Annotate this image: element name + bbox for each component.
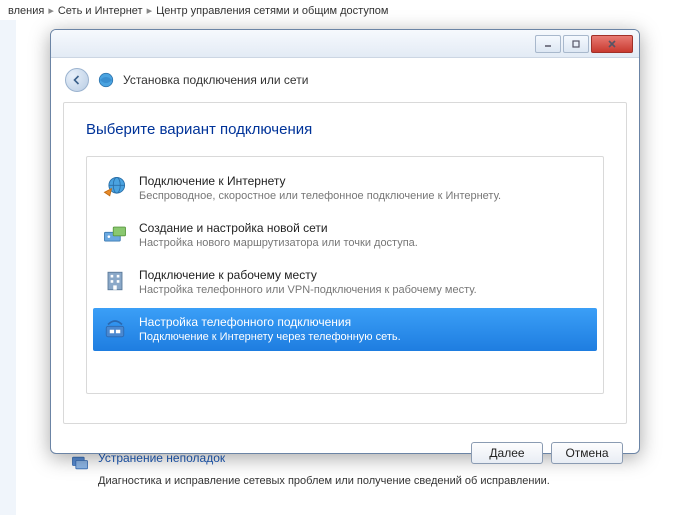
breadcrumb-item[interactable]: Сеть и Интернет (58, 5, 143, 17)
option-desc: Настройка нового маршрутизатора или точк… (139, 236, 589, 251)
option-title: Настройка телефонного подключения (139, 314, 589, 330)
cancel-button[interactable]: Отмена (551, 442, 623, 464)
maximize-button[interactable] (563, 35, 589, 53)
option-title: Подключение к Интернету (139, 173, 589, 189)
network-setup-icon (97, 71, 115, 89)
option-title: Создание и настройка новой сети (139, 220, 589, 236)
wizard-title: Установка подключения или сети (123, 73, 308, 87)
chevron-right-icon: ▸ (48, 4, 54, 17)
phone-dialup-icon (101, 314, 129, 342)
troubleshoot-desc: Диагностика и исправление сетевых пробле… (98, 475, 660, 487)
globe-internet-icon (101, 173, 129, 201)
router-setup-icon (101, 220, 129, 248)
back-button[interactable] (65, 68, 89, 92)
options-list: Подключение к Интернету Беспроводное, ск… (86, 156, 604, 394)
chevron-right-icon: ▸ (147, 4, 153, 17)
breadcrumb: вления ▸ Сеть и Интернет ▸ Центр управле… (0, 0, 680, 22)
option-desc: Беспроводное, скоростное или телефонное … (139, 189, 589, 204)
option-workplace-connection[interactable]: Подключение к рабочему месту Настройка т… (93, 261, 597, 304)
option-title: Подключение к рабочему месту (139, 267, 589, 283)
minimize-button[interactable] (535, 35, 561, 53)
breadcrumb-item[interactable]: Центр управления сетями и общим доступом (156, 5, 388, 17)
option-new-network[interactable]: Создание и настройка новой сети Настройк… (93, 214, 597, 257)
option-desc: Подключение к Интернету через телефонную… (139, 330, 589, 345)
dialog-buttons: Далее Отмена (51, 434, 639, 476)
next-button[interactable]: Далее (471, 442, 543, 464)
titlebar (51, 30, 639, 58)
close-button[interactable] (591, 35, 633, 53)
option-desc: Настройка телефонного или VPN-подключени… (139, 283, 589, 298)
wizard-dialog: Установка подключения или сети Выберите … (50, 29, 640, 454)
option-dialup-connection[interactable]: Настройка телефонного подключения Подклю… (93, 308, 597, 351)
workplace-building-icon (101, 267, 129, 295)
sidebar-bg (0, 20, 16, 515)
wizard-panel: Выберите вариант подключения Подключение… (63, 102, 627, 424)
breadcrumb-item[interactable]: вления (8, 5, 44, 17)
wizard-header: Установка подключения или сети (51, 58, 639, 100)
option-internet-connection[interactable]: Подключение к Интернету Беспроводное, ск… (93, 167, 597, 210)
instruction-text: Выберите вариант подключения (86, 121, 604, 138)
